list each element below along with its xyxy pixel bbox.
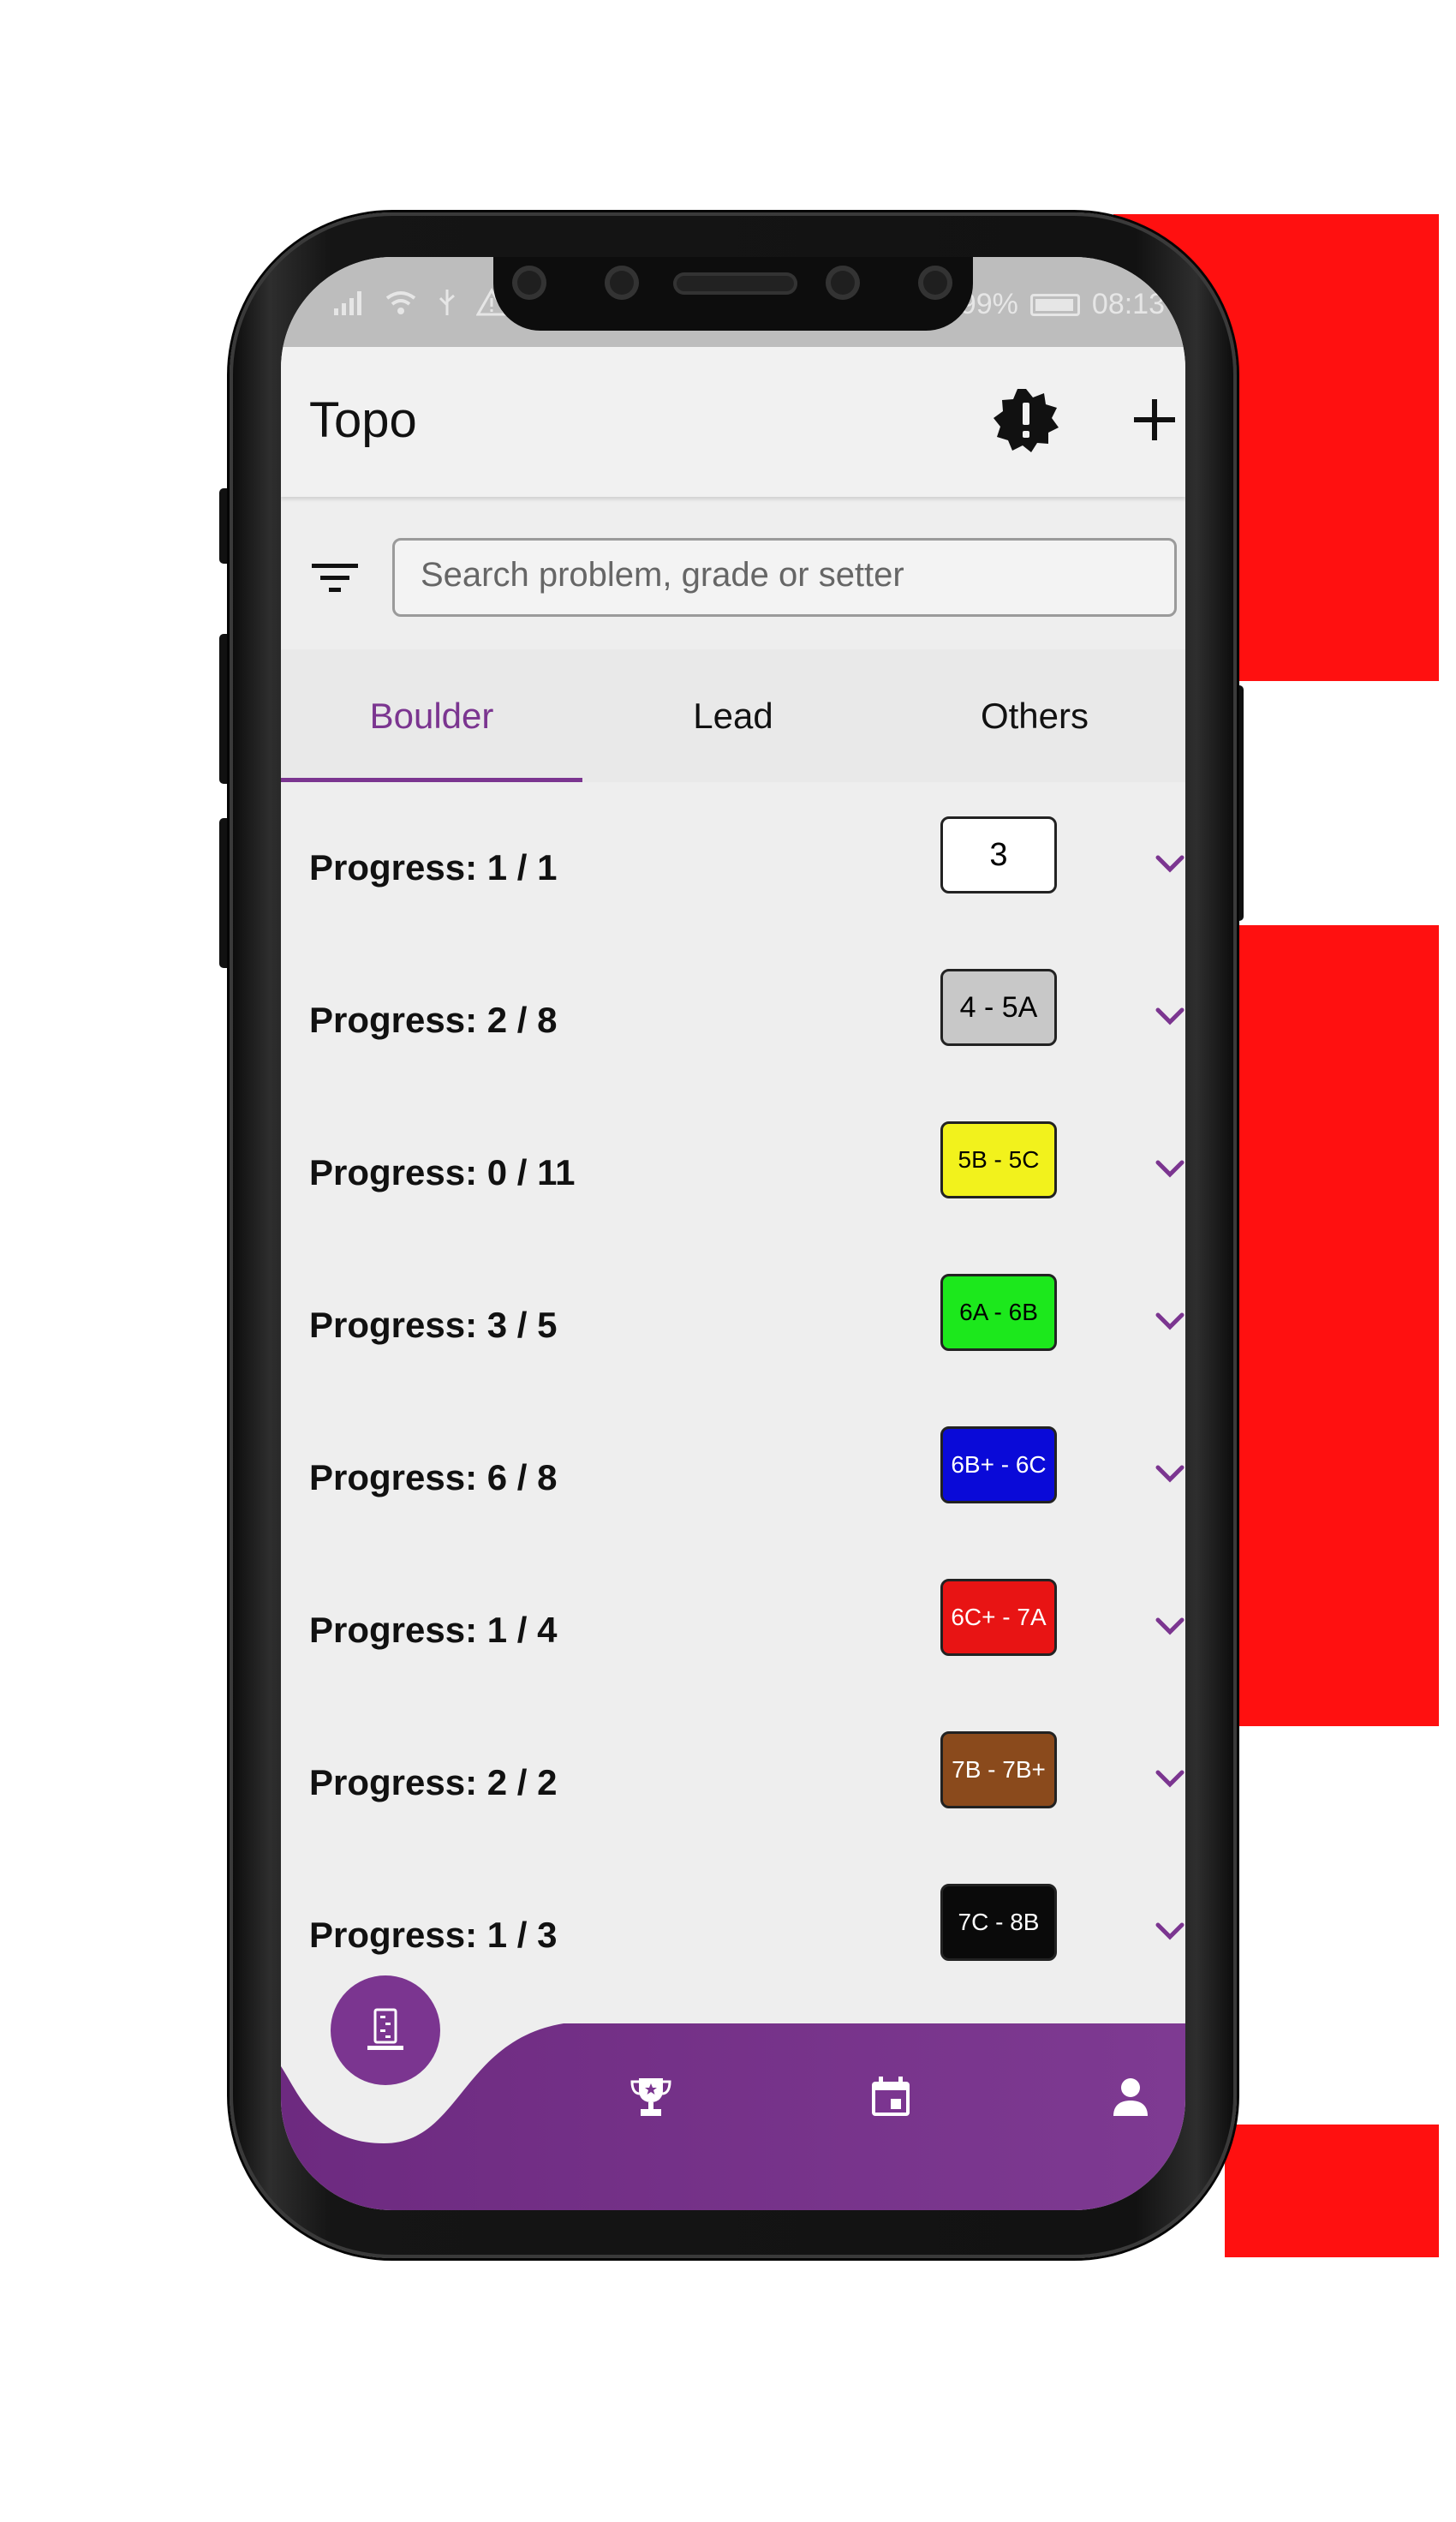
background-red-block — [1225, 2125, 1439, 2257]
tab-bar: Boulder Lead Others — [281, 649, 1185, 782]
sensor — [605, 266, 639, 300]
chevron-down-icon[interactable] — [1144, 1754, 1185, 1805]
plus-icon — [1134, 399, 1175, 440]
search-placeholder: Search problem, grade or setter — [421, 556, 904, 594]
progress-label: Progress: 0 / 11 — [309, 1152, 576, 1192]
progress-label: Progress: 3 / 5 — [309, 1305, 558, 1345]
chevron-down-icon[interactable] — [1144, 1906, 1185, 1957]
nav-topo-button[interactable] — [331, 1975, 440, 2085]
background-red-block — [1225, 925, 1439, 1726]
app-bar: Topo — [281, 347, 1185, 497]
search-input[interactable]: Search problem, grade or setter — [392, 538, 1177, 617]
signal-icon — [334, 291, 361, 315]
grade-badge: 6B+ - 6C — [940, 1426, 1057, 1503]
list-item[interactable]: Progress: 3 / 5 6A - 6B — [281, 1240, 1185, 1392]
topo-icon — [367, 2008, 403, 2050]
filter-icon — [312, 564, 358, 592]
nav-competitions-button[interactable] — [617, 2063, 685, 2131]
filter-button[interactable] — [305, 548, 365, 608]
earpiece-speaker — [673, 272, 797, 295]
progress-label: Progress: 2 / 2 — [309, 1762, 558, 1802]
grade-badge: 6C+ - 7A — [940, 1579, 1057, 1656]
progress-label: Progress: 1 / 4 — [309, 1610, 558, 1650]
phone-screen: 99% 08:13 Topo Search problem, grade or … — [281, 257, 1185, 2210]
alert-badge-icon — [994, 389, 1059, 452]
tab-others[interactable]: Others — [884, 649, 1185, 782]
phone-notch — [493, 257, 973, 331]
front-camera — [826, 266, 860, 300]
person-icon — [1113, 2078, 1148, 2116]
list-item[interactable]: Progress: 6 / 8 6B+ - 6C — [281, 1392, 1185, 1545]
sensor — [918, 266, 952, 300]
progress-label: Progress: 2 / 8 — [309, 1000, 558, 1040]
list-item[interactable]: Progress: 0 / 11 5B - 5C — [281, 1087, 1185, 1240]
grade-badge: 5B - 5C — [940, 1121, 1057, 1198]
usb-icon — [439, 290, 455, 315]
front-camera — [512, 266, 546, 300]
grade-badge: 6A - 6B — [940, 1274, 1057, 1351]
tab-boulder[interactable]: Boulder — [281, 649, 582, 782]
wifi-icon — [385, 291, 416, 314]
bottom-nav — [281, 1975, 1185, 2210]
grade-badge: 4 - 5A — [940, 969, 1057, 1046]
tab-lead[interactable]: Lead — [582, 649, 884, 782]
page-title: Topo — [309, 392, 417, 448]
list-item[interactable]: Progress: 2 / 8 4 - 5A — [281, 935, 1185, 1087]
grade-badge: 7C - 8B — [940, 1884, 1057, 1961]
progress-label: Progress: 1 / 1 — [309, 847, 558, 887]
chevron-down-icon[interactable] — [1144, 1296, 1185, 1348]
add-button[interactable] — [1120, 385, 1185, 454]
nav-calendar-button[interactable] — [856, 2063, 925, 2131]
chevron-down-icon[interactable] — [1144, 991, 1185, 1043]
list-item[interactable]: Progress: 1 / 1 3 — [281, 782, 1185, 935]
progress-label: Progress: 1 / 3 — [309, 1915, 558, 1955]
list-item[interactable]: Progress: 1 / 4 6C+ - 7A — [281, 1545, 1185, 1697]
alert-button[interactable] — [992, 385, 1060, 454]
chevron-down-icon[interactable] — [1144, 839, 1185, 890]
calendar-icon — [872, 2077, 910, 2116]
list-item[interactable]: Progress: 2 / 2 7B - 7B+ — [281, 1697, 1185, 1850]
chevron-down-icon[interactable] — [1144, 1601, 1185, 1652]
chevron-down-icon[interactable] — [1144, 1449, 1185, 1500]
grade-badge: 3 — [940, 816, 1057, 893]
nav-profile-button[interactable] — [1096, 2063, 1165, 2131]
trophy-icon — [630, 2078, 671, 2116]
chevron-down-icon[interactable] — [1144, 1144, 1185, 1195]
status-time: 08:13 — [1091, 288, 1165, 320]
grade-badge: 7B - 7B+ — [940, 1731, 1057, 1808]
progress-label: Progress: 6 / 8 — [309, 1457, 558, 1497]
list-item[interactable]: Progress: 1 / 3 7C - 8B — [281, 1850, 1185, 2002]
battery-icon — [1029, 293, 1080, 316]
